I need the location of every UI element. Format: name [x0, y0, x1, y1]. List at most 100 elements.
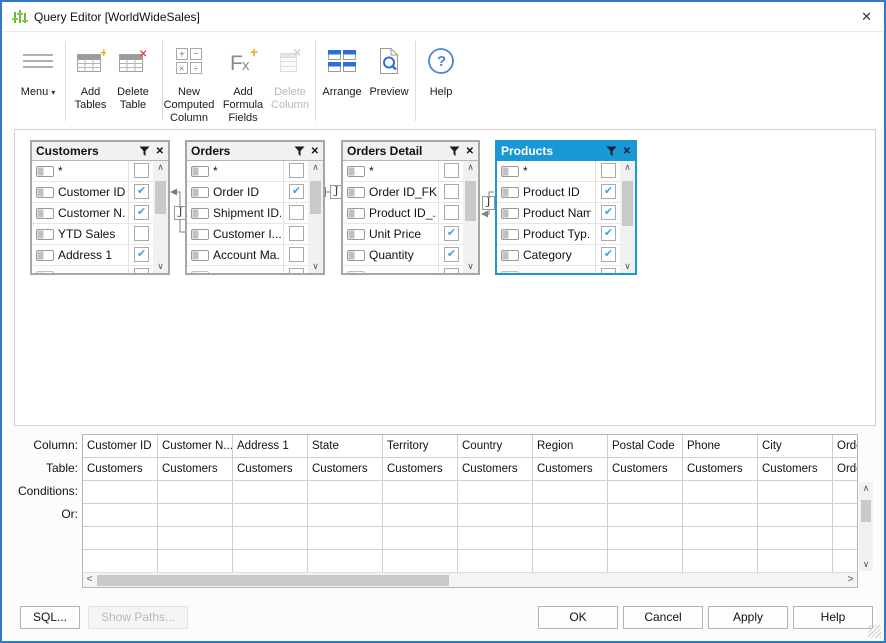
scroll-thumb[interactable]	[465, 181, 476, 221]
grid-cell-column[interactable]: Country	[458, 435, 532, 458]
field-row[interactable]: Order ID ✔	[187, 182, 323, 203]
scroll-up-icon[interactable]: ∧	[620, 161, 635, 174]
panel-scrollbar[interactable]: ∧ ∨	[463, 161, 478, 273]
field-row[interactable]: *	[497, 161, 635, 182]
scroll-down-icon[interactable]: ∨	[859, 558, 873, 571]
grid-cell-column[interactable]: Region	[533, 435, 607, 458]
scroll-thumb[interactable]	[310, 181, 321, 214]
panel-header-products[interactable]: Products ✕	[497, 142, 635, 161]
grid-cell-or[interactable]	[83, 527, 157, 550]
scroll-up-icon[interactable]: ∧	[153, 161, 168, 174]
grid-cell-or[interactable]	[83, 550, 157, 573]
field-row[interactable]: Product ID ✔	[497, 182, 635, 203]
filter-icon[interactable]	[449, 146, 460, 157]
field-checkbox[interactable]	[134, 226, 149, 241]
scroll-left-icon[interactable]: <	[83, 573, 96, 588]
grid-cell-table[interactable]: Customers	[683, 458, 757, 481]
field-checkbox[interactable]	[289, 226, 304, 241]
add-tables-button[interactable]: + Add Tables	[68, 41, 113, 112]
grid-cell-table[interactable]: Customers	[758, 458, 832, 481]
field-checkbox[interactable]: ✔	[134, 184, 149, 199]
grid-cell-column[interactable]: Phone	[683, 435, 757, 458]
field-checkbox[interactable]: ✔	[134, 205, 149, 220]
field-row[interactable]: Unit Price ✔	[343, 224, 478, 245]
panel-scrollbar[interactable]: ∧ ∨	[620, 161, 635, 273]
filter-icon[interactable]	[606, 146, 617, 157]
preview-button[interactable]: Preview	[365, 41, 413, 99]
grid-cell-table[interactable]: Customers	[233, 458, 307, 481]
panel-header-customers[interactable]: Customers ✕	[32, 142, 168, 161]
field-checkbox[interactable]	[444, 205, 459, 220]
field-row[interactable]: Customer I...	[187, 224, 323, 245]
field-row[interactable]: Customer N... ✔	[32, 203, 168, 224]
help-button[interactable]: Help	[793, 606, 873, 629]
grid-horizontal-scrollbar[interactable]: < >	[83, 572, 857, 587]
field-checkbox[interactable]: ✔	[601, 184, 616, 199]
help-toolbar-button[interactable]: ? Help	[419, 41, 463, 99]
field-checkbox[interactable]	[289, 247, 304, 262]
field-checkbox[interactable]: ✔	[444, 226, 459, 241]
scroll-down-icon[interactable]: ∨	[620, 260, 635, 273]
field-checkbox[interactable]	[289, 268, 304, 273]
field-checkbox[interactable]: ✔	[601, 247, 616, 262]
field-checkbox[interactable]	[134, 268, 149, 273]
field-row-partial[interactable]	[187, 266, 323, 273]
scroll-thumb[interactable]	[97, 575, 449, 586]
field-row[interactable]: Shipment ID...	[187, 203, 323, 224]
window-close-icon[interactable]: ✕	[861, 9, 872, 25]
field-row-partial[interactable]	[497, 266, 635, 273]
field-checkbox[interactable]	[289, 163, 304, 178]
field-checkbox[interactable]: ✔	[601, 226, 616, 241]
grid-cell-table[interactable]: Customers	[83, 458, 157, 481]
panel-scrollbar[interactable]: ∧ ∨	[308, 161, 323, 273]
field-checkbox[interactable]: ✔	[601, 205, 616, 220]
grid-cell-table[interactable]: Customers	[383, 458, 457, 481]
filter-icon[interactable]	[294, 146, 305, 157]
ok-button[interactable]: OK	[538, 606, 618, 629]
panel-header-orders[interactable]: Orders ✕	[187, 142, 323, 161]
cancel-button[interactable]: Cancel	[623, 606, 703, 629]
field-row[interactable]: Customer ID ✔	[32, 182, 168, 203]
field-row[interactable]: *	[32, 161, 168, 182]
panel-close-icon[interactable]: ✕	[156, 146, 164, 157]
field-row[interactable]: Order ID_FK1	[343, 182, 478, 203]
field-checkbox[interactable]: ✔	[444, 247, 459, 262]
menu-button[interactable]: Menu ▾	[12, 41, 64, 99]
grid-cell-table[interactable]: Order	[833, 458, 858, 481]
field-checkbox[interactable]	[444, 163, 459, 178]
grid-cell-column[interactable]: Territory	[383, 435, 457, 458]
new-computed-column-button[interactable]: + − × ÷ New Computed Column	[160, 41, 218, 125]
arrange-button[interactable]: Arrange	[317, 41, 367, 99]
field-row-partial[interactable]	[343, 266, 478, 273]
grid-cell-table[interactable]: Customers	[308, 458, 382, 481]
field-row[interactable]: *	[187, 161, 323, 182]
field-row[interactable]: Quantity ✔	[343, 245, 478, 266]
scroll-thumb[interactable]	[861, 500, 871, 522]
grid-cell-column[interactable]: Address 1	[233, 435, 307, 458]
scroll-thumb[interactable]	[155, 181, 166, 214]
scroll-up-icon[interactable]: ∧	[463, 161, 478, 174]
field-checkbox[interactable]	[289, 205, 304, 220]
scroll-down-icon[interactable]: ∨	[153, 260, 168, 273]
panel-close-icon[interactable]: ✕	[311, 146, 319, 157]
grid-cell-column[interactable]: City	[758, 435, 832, 458]
grid-cell-table[interactable]: Customers	[158, 458, 232, 481]
grid-cell-column[interactable]: Customer ID	[83, 435, 157, 458]
grid-vertical-scrollbar[interactable]: ∧ ∨	[859, 482, 873, 571]
grid-cell-table[interactable]: Customers	[608, 458, 682, 481]
grid-cell-column[interactable]: Customer N...	[158, 435, 232, 458]
scroll-right-icon[interactable]: >	[844, 573, 857, 588]
grid-cell-or[interactable]	[83, 504, 157, 527]
scroll-down-icon[interactable]: ∨	[463, 260, 478, 273]
field-row[interactable]: Product Typ... ✔	[497, 224, 635, 245]
grid-cell-table[interactable]: Customers	[533, 458, 607, 481]
field-row[interactable]: Product Name ✔	[497, 203, 635, 224]
panel-scrollbar[interactable]: ∧ ∨	[153, 161, 168, 273]
scroll-up-icon[interactable]: ∧	[859, 482, 873, 495]
panel-close-icon[interactable]: ✕	[623, 146, 631, 157]
grid-cell-table[interactable]: Customers	[458, 458, 532, 481]
field-row-partial[interactable]	[32, 266, 168, 273]
grid-cell-column[interactable]: Postal Code	[608, 435, 682, 458]
resize-grip[interactable]	[868, 625, 881, 638]
panel-header-orders-detail[interactable]: Orders Detail ✕	[343, 142, 478, 161]
